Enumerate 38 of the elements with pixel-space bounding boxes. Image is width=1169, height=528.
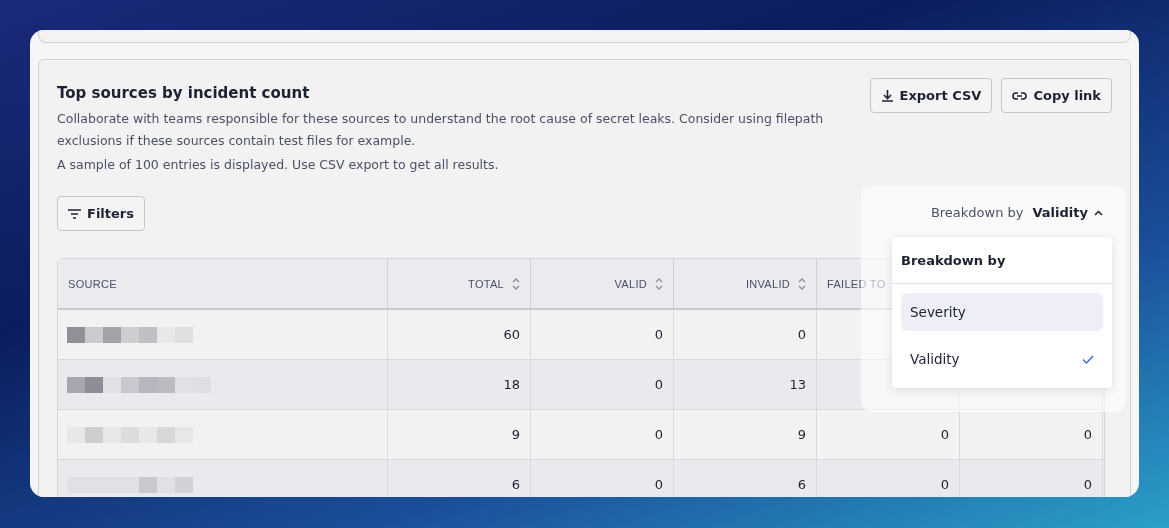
- table-cell: 0: [654, 477, 663, 492]
- menu-option[interactable]: Severity: [901, 293, 1103, 331]
- table-cell: 0: [940, 427, 949, 442]
- column-header[interactable]: TOTAL: [468, 277, 504, 290]
- menu-option[interactable]: Validity: [901, 340, 1103, 378]
- table-cell: 0: [1083, 427, 1092, 442]
- column-header[interactable]: VALID: [614, 277, 647, 290]
- sort-icon[interactable]: [798, 276, 806, 291]
- sample-note: A sample of 100 entries is displayed. Use CSV export to get all results.: [57, 156, 500, 174]
- table-cell: 0: [654, 377, 663, 392]
- table-cell: 0: [654, 427, 663, 442]
- table-cell: 0: [940, 477, 949, 492]
- table-cell: 0: [797, 327, 806, 342]
- chevron-icon: [1094, 209, 1103, 216]
- panel-description: Collaborate with teams responsible for these sources to understand the root cause of secret leaks. Consider using filepath exclusions if these sources contain test files for example.: [57, 110, 825, 150]
- filters-button[interactable]: Filters: [57, 196, 145, 231]
- table-cell: 9: [797, 427, 806, 442]
- table-cell: 18: [503, 377, 520, 392]
- table-cell: 9: [511, 427, 520, 442]
- breakdown-select[interactable]: Breakdown by Validity: [924, 204, 1109, 221]
- table-cell: 13: [789, 377, 806, 392]
- sort-icon[interactable]: [512, 276, 520, 291]
- link-icon: [1012, 90, 1028, 101]
- column-header[interactable]: SOURCE: [68, 277, 133, 290]
- panel-title: Top sources by incident count: [57, 84, 311, 102]
- column-header[interactable]: INVALID: [745, 277, 790, 290]
- download-icon: [880, 89, 894, 102]
- table-cell: 6: [797, 477, 806, 492]
- table-cell: 0: [654, 327, 663, 342]
- check-icon: [1082, 354, 1094, 364]
- menu-title: Breakdown by: [892, 237, 1112, 284]
- copy-link-button[interactable]: Copy link: [1001, 78, 1112, 113]
- export-button[interactable]: Export CSV: [869, 78, 993, 113]
- table-cell: 6: [511, 477, 520, 492]
- table-cell: 0: [1083, 477, 1092, 492]
- filter-icon: [68, 208, 81, 219]
- sort-icon[interactable]: [655, 276, 663, 291]
- table-cell: 60: [503, 327, 520, 342]
